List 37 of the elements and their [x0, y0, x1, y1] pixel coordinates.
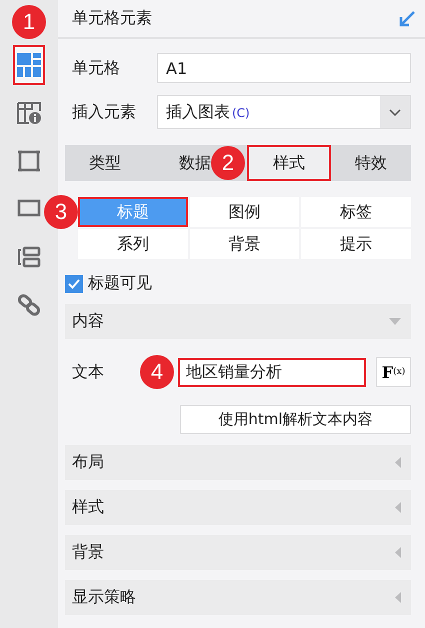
sidebar-tab[interactable]	[13, 45, 45, 85]
title-visible-checkbox[interactable]: 标题可见	[65, 273, 411, 294]
text-field[interactable]: 地区销量分析	[178, 358, 366, 386]
link-icon	[17, 293, 41, 317]
square-icon	[17, 149, 41, 173]
tab[interactable]: 样式	[247, 145, 331, 181]
html-parse-button[interactable]: 使用html解析文本内容	[180, 405, 411, 434]
layout-icon	[17, 246, 41, 268]
step-badge: 4	[140, 355, 174, 389]
panel-title: 单元格元素	[72, 8, 152, 29]
sub-tab[interactable]: 标签	[301, 197, 411, 227]
grid-icon	[17, 53, 41, 77]
chevron-down-icon	[389, 108, 401, 116]
sub-tab[interactable]: 提示	[301, 229, 411, 259]
sub-tab[interactable]: 图例	[190, 197, 300, 227]
step-badge: 3	[44, 195, 78, 229]
section-header[interactable]: 布局	[65, 445, 411, 480]
table-info-icon	[17, 101, 41, 125]
tab[interactable]: 数据	[145, 145, 211, 181]
tab[interactable]: 类型	[65, 145, 145, 181]
sub-tab[interactable]: 背景	[190, 229, 300, 259]
field-label: 文本	[72, 362, 105, 382]
sub-tab[interactable]: 系列	[78, 229, 188, 259]
insert-dropdown[interactable]: 插入图表(C)	[157, 95, 411, 129]
section-header[interactable]: 样式	[65, 490, 411, 525]
checkmark-icon	[68, 278, 80, 288]
section-header[interactable]: 显示策略	[65, 580, 411, 615]
step-badge: 2	[211, 146, 245, 180]
step-badge: 1	[12, 5, 46, 39]
cell-field[interactable]: A1	[157, 53, 411, 83]
tab[interactable]: 特效	[331, 145, 411, 181]
arrow-icon[interactable]	[399, 10, 415, 26]
rectangle-icon	[17, 199, 41, 219]
section-header[interactable]: 背景	[65, 535, 411, 570]
section-header[interactable]: 内容	[65, 304, 411, 339]
field-label: 单元格	[72, 58, 121, 78]
field-label: 插入元素	[72, 102, 137, 122]
